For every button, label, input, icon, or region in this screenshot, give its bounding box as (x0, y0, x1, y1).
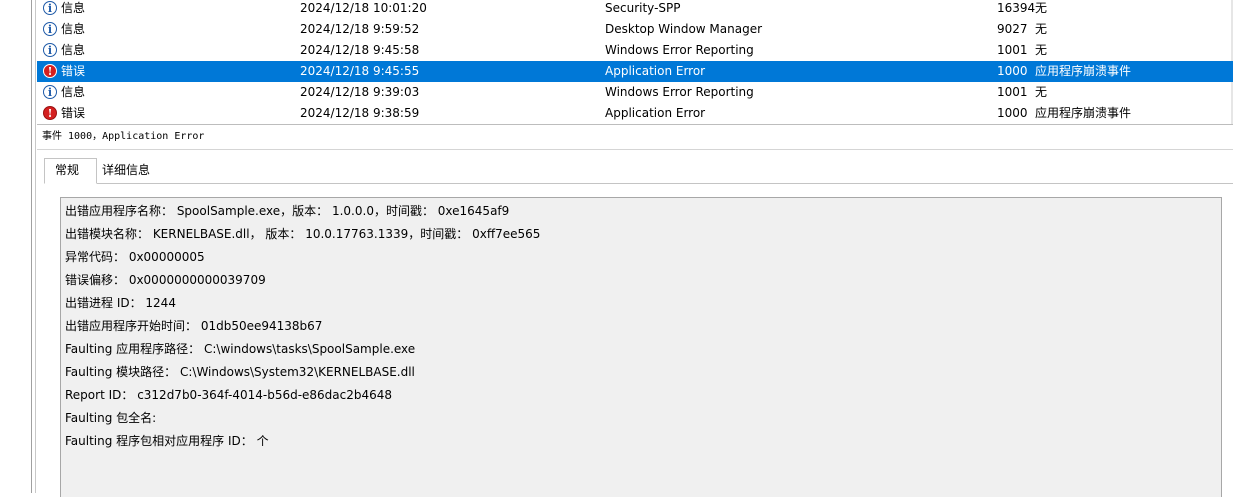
description-line: 出错应用程序名称： SpoolSample.exe，版本： 1.0.0.0，时间… (65, 204, 510, 218)
event-row[interactable]: ! 错误 2024/12/18 9:38:59 Application Error 10… (37, 103, 1233, 124)
event-task: 无 (1035, 1, 1048, 15)
description-line: 错误偏移： 0x0000000000039709 (65, 273, 266, 287)
description-line: Faulting 包全名: (65, 411, 157, 425)
event-task: 应用程序崩溃事件 (1035, 64, 1132, 78)
event-list[interactable]: i 信息 2024/12/18 10:01:20 Security-SPP 16394 无… (37, 0, 1233, 124)
description-line: Report ID： c312d7b0-364f-4014-b56d-e86da… (65, 388, 393, 402)
header-divider (37, 149, 1233, 150)
event-level: 信息 (61, 43, 86, 57)
event-id: 1000 (997, 64, 1028, 78)
event-source: Application Error (605, 64, 706, 78)
description-line: 出错模块名称： KERNELBASE.dll， 版本： 10.0.17763.1… (65, 227, 541, 241)
event-row[interactable]: ! 错误 2024/12/18 9:45:55 Application Error 10… (37, 61, 1233, 82)
description-line: Faulting 应用程序路径： C:\windows\tasks\SpoolS… (65, 342, 416, 356)
description-line: 异常代码： 0x00000005 (65, 250, 205, 264)
pane-divider-inner (35, 0, 36, 493)
event-id: 1000 (997, 106, 1028, 120)
info-icon: i (43, 22, 57, 36)
event-id: 1001 (997, 85, 1028, 99)
error-icon: ! (43, 64, 57, 78)
tab-general[interactable]: 常规 (44, 158, 97, 184)
event-date: 2024/12/18 9:39:03 (300, 85, 420, 99)
tab-strip-line (44, 183, 1233, 184)
error-icon: ! (43, 106, 57, 120)
event-level: 错误 (61, 64, 86, 78)
event-source: Windows Error Reporting (605, 43, 754, 57)
event-row[interactable]: i 信息 2024/12/18 9:45:58 Windows Error Repor… (37, 40, 1233, 61)
event-task: 无 (1035, 22, 1048, 36)
description-line: 出错进程 ID： 1244 (65, 296, 176, 310)
event-id: 16394 (997, 1, 1036, 15)
left-pane-edge (0, 0, 36, 493)
event-level: 错误 (61, 106, 86, 120)
info-icon: i (43, 43, 57, 57)
event-source: Desktop Window Manager (605, 22, 763, 36)
event-date: 2024/12/18 10:01:20 (300, 1, 427, 15)
tab-details[interactable]: 详细信息 (98, 161, 160, 186)
list-detail-splitter[interactable] (37, 124, 1233, 125)
event-date: 2024/12/18 9:45:55 (300, 64, 420, 78)
event-date: 2024/12/18 9:59:52 (300, 22, 420, 36)
event-row[interactable]: i 信息 2024/12/18 9:59:52 Desktop Window Mana… (37, 19, 1233, 40)
event-detail-header: 事件 1000，Application Error (42, 131, 205, 142)
event-level: 信息 (61, 22, 86, 36)
info-icon: i (43, 1, 57, 15)
event-source: Windows Error Reporting (605, 85, 754, 99)
description-line: 出错应用程序开始时间： 01db50ee94138b67 (65, 319, 323, 333)
event-date: 2024/12/18 9:38:59 (300, 106, 420, 120)
event-row[interactable]: i 信息 2024/12/18 9:39:03 Windows Error Repor… (37, 82, 1233, 103)
event-task: 应用程序崩溃事件 (1035, 106, 1132, 120)
event-source: Security-SPP (605, 1, 681, 15)
event-source: Application Error (605, 106, 706, 120)
description-line: Faulting 程序包相对应用程序 ID： 个 (65, 434, 269, 448)
event-description-panel[interactable]: 出错应用程序名称： SpoolSample.exe，版本： 1.0.0.0，时间… (60, 197, 1222, 497)
pane-divider (31, 0, 32, 493)
event-task: 无 (1035, 43, 1048, 57)
event-task: 无 (1035, 85, 1048, 99)
description-line: Faulting 模块路径： C:\Windows\System32\KERNE… (65, 365, 415, 379)
event-level: 信息 (61, 1, 86, 15)
event-level: 信息 (61, 85, 86, 99)
event-date: 2024/12/18 9:45:58 (300, 43, 420, 57)
event-row[interactable]: i 信息 2024/12/18 10:01:20 Security-SPP 16394 无 (37, 0, 1233, 19)
event-id: 9027 (997, 22, 1028, 36)
info-icon: i (43, 85, 57, 99)
event-id: 1001 (997, 43, 1028, 57)
